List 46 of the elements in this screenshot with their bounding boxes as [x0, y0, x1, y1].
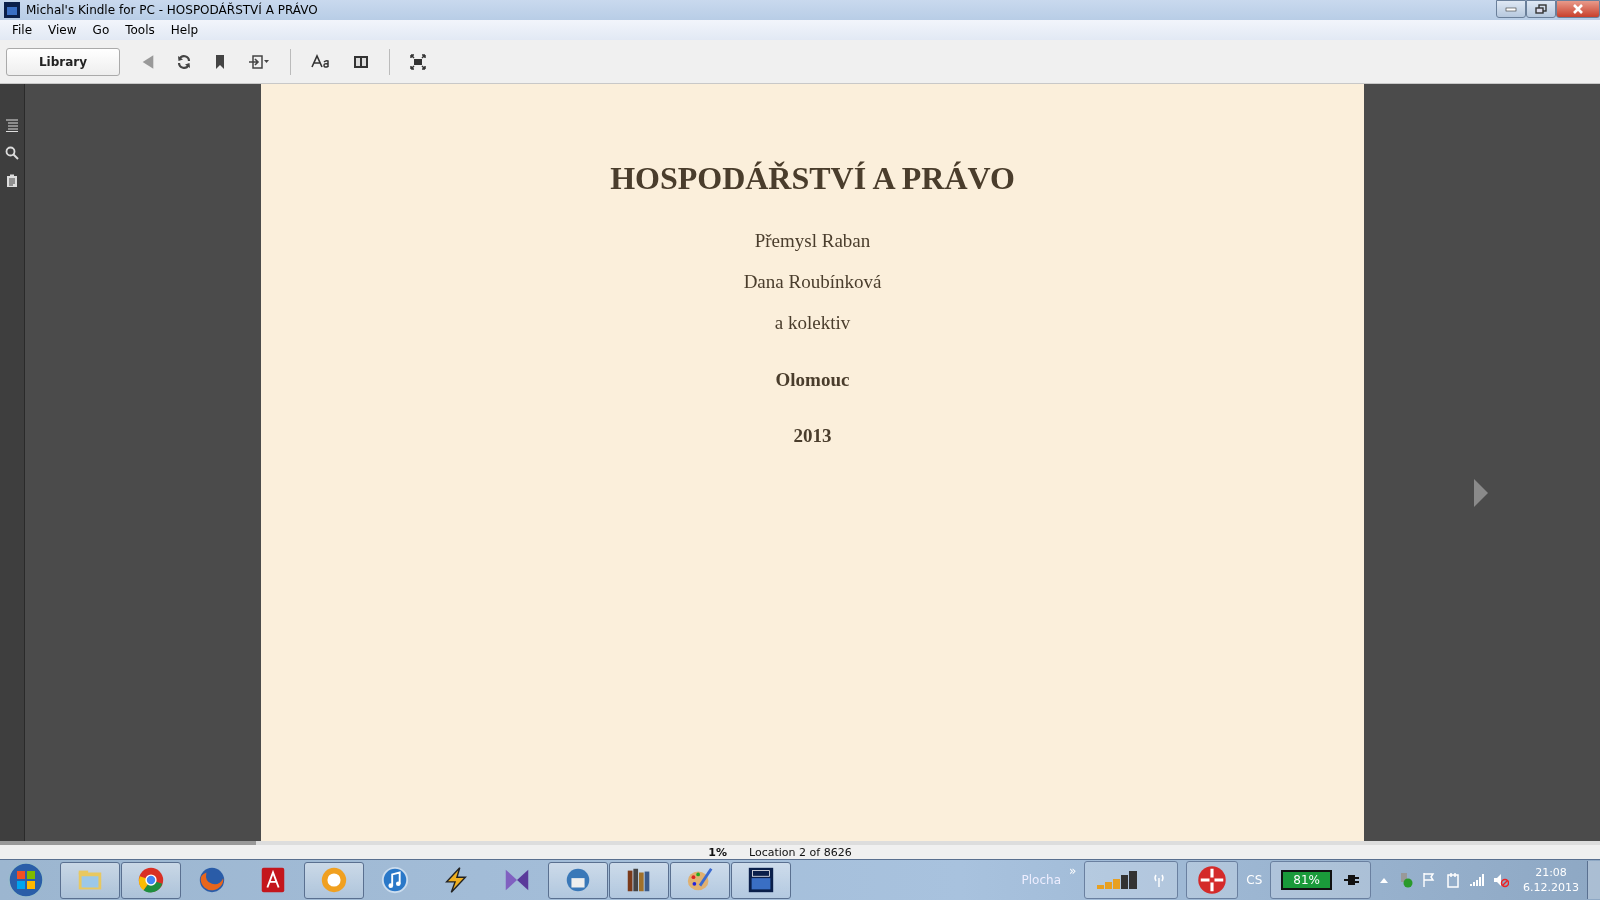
kindle-reader-icon	[746, 865, 776, 895]
browser-circle-icon	[136, 865, 166, 895]
library-button[interactable]: Library	[6, 47, 120, 76]
percent-read: 1%	[708, 845, 728, 859]
next-page-arrow-icon[interactable]	[1473, 478, 1489, 508]
power-plug-icon[interactable]	[1344, 872, 1360, 888]
close-icon	[1572, 4, 1584, 14]
sync-icon[interactable]	[176, 53, 192, 70]
minimize-icon	[1505, 6, 1517, 12]
music-note-circle-icon	[380, 865, 410, 895]
menu-item[interactable]: Go	[84, 23, 118, 37]
menu-item[interactable]: View	[40, 23, 85, 37]
table-of-contents-icon[interactable]	[5, 118, 19, 132]
show-desktop-button[interactable]	[1587, 861, 1600, 899]
taskbar-button[interactable]	[731, 861, 791, 899]
notes-icon[interactable]	[5, 174, 19, 188]
network-bars-icon[interactable]	[1469, 872, 1485, 888]
start-button[interactable]	[6, 860, 46, 900]
close-button[interactable]	[1556, 0, 1600, 18]
menu-item[interactable]: Tools	[117, 23, 163, 37]
search-icon[interactable]	[5, 146, 19, 160]
book-text-line: a kolektiv	[774, 312, 851, 334]
book-text-line: Dana Roubínková	[743, 271, 882, 293]
restore-icon	[1535, 4, 1547, 14]
window-title: Michal's Kindle for PC - HOSPODÁŘSTVÍ A PRÁVO	[26, 3, 319, 17]
location-text: Location 2 of 8626	[749, 845, 852, 859]
taskbar-button[interactable]	[304, 861, 364, 899]
fox-globe-icon	[197, 865, 227, 895]
fullscreen-icon[interactable]	[410, 53, 426, 70]
restore-button[interactable]	[1526, 0, 1556, 18]
book-text-line: Přemysl Raban	[754, 230, 871, 252]
battery-indicator[interactable]: 81%	[1281, 870, 1332, 890]
book-title: HOSPODÁŘSTVÍ A PRÁVO	[610, 160, 1015, 197]
tray-app-icon[interactable]	[1197, 865, 1228, 895]
book-heading-line: 2013	[793, 425, 832, 448]
kindle-app-icon	[4, 2, 20, 18]
taskbar-button[interactable]	[609, 861, 669, 899]
columns-icon[interactable]	[353, 53, 369, 70]
minimize-button[interactable]	[1496, 0, 1526, 18]
signal-bars-icon[interactable]	[1095, 870, 1140, 890]
book-heading-line: Olomouc	[775, 369, 850, 392]
muted-speaker-icon[interactable]	[1493, 872, 1509, 888]
menu-item[interactable]: File	[4, 23, 41, 37]
go-to-icon[interactable]	[248, 53, 270, 70]
menu-item[interactable]: Help	[162, 23, 207, 37]
ring-app-icon	[319, 865, 349, 895]
